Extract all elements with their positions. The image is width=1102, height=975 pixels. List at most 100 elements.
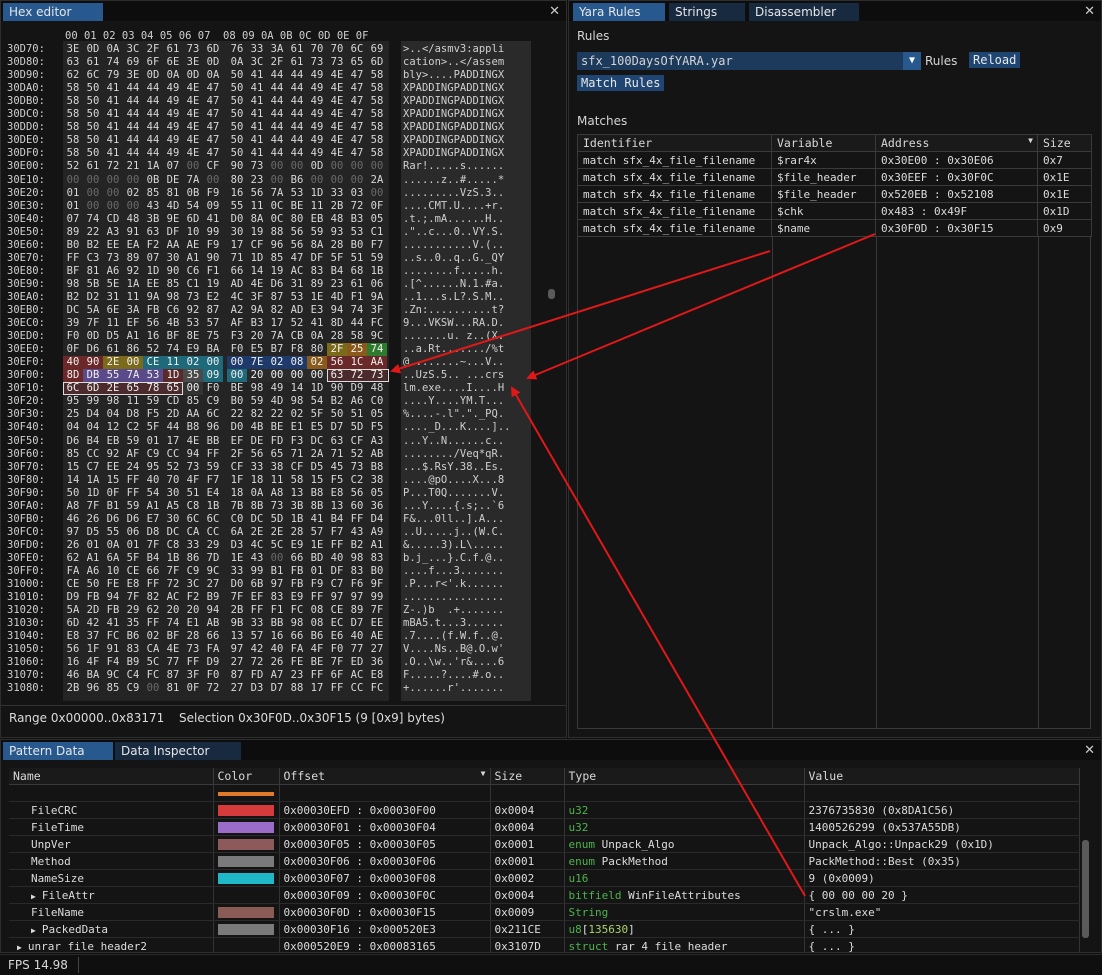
hex-byte[interactable]: 49 xyxy=(307,69,327,82)
hex-byte[interactable]: 66 xyxy=(143,565,163,578)
hex-byte[interactable]: 3A xyxy=(267,43,287,56)
hex-byte[interactable]: A8 xyxy=(63,500,83,513)
hex-byte[interactable]: AD xyxy=(227,278,247,291)
hex-byte[interactable]: 00 xyxy=(103,187,123,200)
hex-byte[interactable]: 1D xyxy=(163,369,183,383)
hex-byte[interactable]: 4E xyxy=(327,69,347,82)
hex-byte[interactable]: 4D xyxy=(163,200,183,213)
hex-byte[interactable]: D9 xyxy=(347,382,367,395)
hex-byte[interactable]: 1F xyxy=(227,474,247,487)
hex-byte[interactable]: 92 xyxy=(103,448,123,461)
hex-byte[interactable]: 44 xyxy=(267,69,287,82)
hex-byte[interactable]: 5A xyxy=(63,604,83,617)
hex-byte[interactable]: 4D xyxy=(267,395,287,408)
hex-byte[interactable]: 66 xyxy=(287,552,307,565)
hex-byte[interactable]: 58 xyxy=(367,134,387,147)
tab-hex-editor[interactable]: Hex editor xyxy=(3,3,103,21)
hex-byte[interactable]: EE xyxy=(367,617,387,630)
hex-byte[interactable]: 11 xyxy=(123,395,143,408)
hex-byte[interactable]: 77 xyxy=(347,643,367,656)
hex-byte[interactable]: 00 xyxy=(267,369,287,383)
hex-byte[interactable]: EF xyxy=(227,435,247,448)
hex-byte[interactable]: B4 xyxy=(83,435,103,448)
hex-byte[interactable]: 2B xyxy=(63,682,83,695)
hex-byte[interactable]: 11 xyxy=(247,200,267,213)
hex-row-ascii[interactable]: .......u. z..(X. xyxy=(403,330,531,343)
hex-row-ascii[interactable]: b.j_...}.C.f.@.. xyxy=(403,552,531,565)
hex-byte[interactable]: 90 xyxy=(83,356,103,370)
hex-byte[interactable]: 58 xyxy=(367,121,387,134)
hex-byte[interactable]: F0 xyxy=(327,643,347,656)
hex-byte[interactable]: FF xyxy=(307,669,327,682)
hex-byte[interactable]: B9 xyxy=(123,656,143,669)
hex-byte[interactable]: B2 xyxy=(83,239,103,252)
hex-byte[interactable]: 50 xyxy=(83,82,103,95)
hex-byte[interactable]: B7 xyxy=(267,343,287,356)
hex-byte[interactable]: 7A xyxy=(183,174,203,187)
hex-byte[interactable]: 20 xyxy=(247,369,267,383)
hex-byte[interactable]: F1 xyxy=(203,265,223,278)
hex-byte[interactable]: 8D xyxy=(327,317,347,330)
hex-byte[interactable]: 74 xyxy=(347,304,367,317)
hex-byte[interactable]: 90 xyxy=(227,160,247,173)
hex-byte[interactable]: 6D xyxy=(183,213,203,226)
hex-byte[interactable]: 46 xyxy=(63,513,83,526)
hex-byte[interactable]: 55 xyxy=(103,369,123,383)
hex-byte[interactable]: 41 xyxy=(103,134,123,147)
hex-byte[interactable]: 19 xyxy=(203,278,223,291)
hex-byte[interactable]: 8D xyxy=(63,369,83,383)
hex-byte[interactable]: 11 xyxy=(123,291,143,304)
hex-byte[interactable]: FD xyxy=(247,669,267,682)
hex-byte[interactable]: 14 xyxy=(287,382,307,395)
hex-byte[interactable]: D7 xyxy=(347,617,367,630)
hex-byte[interactable]: DE xyxy=(247,435,267,448)
hex-byte[interactable]: 72 xyxy=(247,656,267,669)
match-row[interactable]: match sfx_4x_file_filename $file_header 0x… xyxy=(577,185,1092,203)
hex-byte[interactable]: 83 xyxy=(347,565,367,578)
hex-byte[interactable]: 47 xyxy=(287,252,307,265)
hex-byte[interactable]: 54 xyxy=(183,200,203,213)
hex-row-ascii[interactable]: &.....3).L\..... xyxy=(403,539,531,552)
hex-byte[interactable]: 61 xyxy=(287,56,307,69)
hex-byte[interactable]: C8 xyxy=(183,500,203,513)
hex-byte[interactable]: E8 xyxy=(327,487,347,500)
hex-byte[interactable]: BA xyxy=(83,669,103,682)
hex-byte[interactable]: 53 xyxy=(287,187,307,200)
hex-byte[interactable]: 8E xyxy=(183,330,203,343)
hex-byte[interactable]: 47 xyxy=(347,121,367,134)
hex-byte[interactable]: 4E xyxy=(327,134,347,147)
hex-byte[interactable]: 00 xyxy=(307,369,327,383)
hex-byte[interactable]: 73 xyxy=(307,56,327,69)
hex-byte[interactable]: 50 xyxy=(63,487,83,500)
hex-byte[interactable]: 47 xyxy=(347,108,367,121)
hex-byte[interactable]: 9F xyxy=(367,578,387,591)
hex-byte[interactable]: 77 xyxy=(163,656,183,669)
hex-byte[interactable]: B6 xyxy=(307,630,327,643)
hex-byte[interactable]: 41 xyxy=(103,108,123,121)
hex-byte[interactable]: FF xyxy=(143,578,163,591)
hex-byte[interactable]: 25 xyxy=(347,343,367,357)
hex-byte[interactable]: 0A xyxy=(247,487,267,500)
hex-byte[interactable]: B9 xyxy=(203,591,223,604)
hex-byte[interactable]: 73 xyxy=(347,461,367,474)
hex-byte[interactable]: 73 xyxy=(327,56,347,69)
hex-byte[interactable]: 50 xyxy=(83,134,103,147)
hex-byte[interactable]: 59 xyxy=(123,435,143,448)
hex-byte[interactable]: D4 xyxy=(367,513,387,526)
hex-byte[interactable]: B4 xyxy=(143,552,163,565)
hex-byte[interactable]: 44 xyxy=(267,134,287,147)
hex-row-ascii[interactable]: F&...0ll..].A... xyxy=(403,513,531,526)
hex-byte[interactable]: 33 xyxy=(327,187,347,200)
hex-byte[interactable]: D0 xyxy=(227,213,247,226)
hex-byte[interactable]: 46 xyxy=(63,669,83,682)
hex-byte[interactable]: B2 xyxy=(327,395,347,408)
hex-byte[interactable]: 36 xyxy=(367,656,387,669)
hex-byte[interactable]: 66 xyxy=(227,265,247,278)
hex-byte[interactable]: 06 xyxy=(367,278,387,291)
col-variable[interactable]: Variable xyxy=(771,134,876,152)
hex-byte[interactable]: 63 xyxy=(143,226,163,239)
hex-byte[interactable]: F0 xyxy=(203,669,223,682)
hex-byte[interactable]: F8 xyxy=(287,343,307,356)
hex-byte[interactable]: 41 xyxy=(247,147,267,160)
hex-byte[interactable]: 14 xyxy=(247,265,267,278)
